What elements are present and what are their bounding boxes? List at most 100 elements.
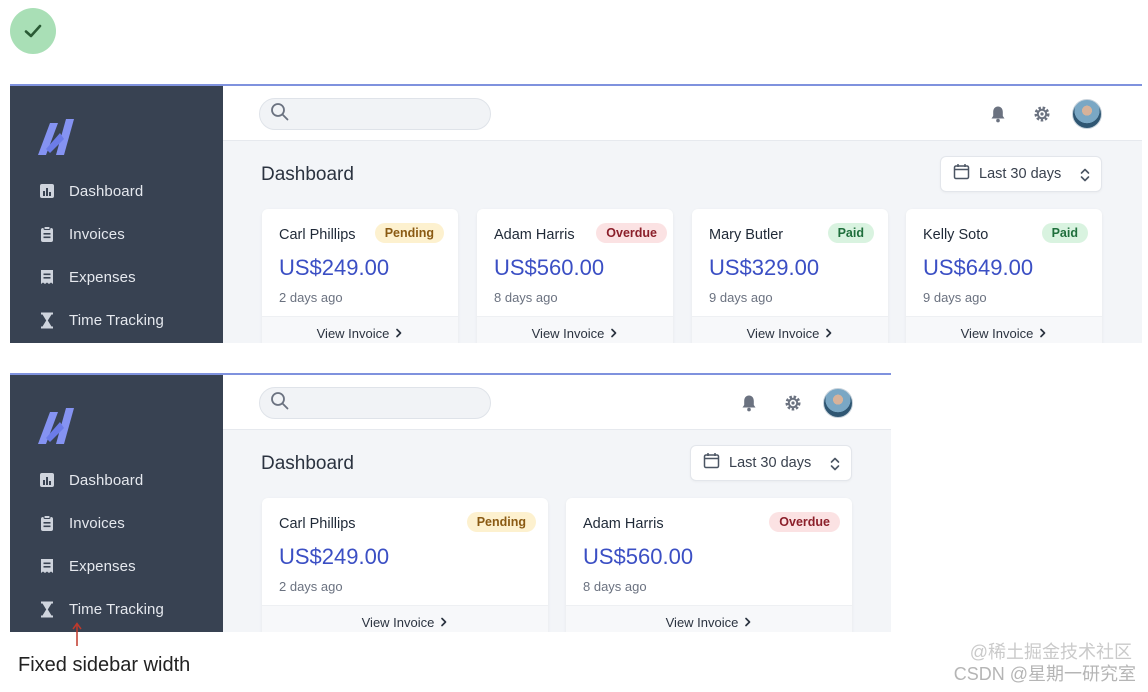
sidebar-item-label: Invoices xyxy=(69,514,125,532)
sidebar-item-expenses[interactable]: Expenses xyxy=(10,259,223,295)
status-badge: Paid xyxy=(827,223,874,243)
narrow-layout-frame: Dashboard Invoices Expenses Time Trackin… xyxy=(10,373,891,632)
status-badge: Pending xyxy=(374,223,444,243)
invoice-card: Adam Harris Overdue US$560.00 8 days ago… xyxy=(477,209,673,343)
invoice-card: Carl Phillips Pending US$249.00 2 days a… xyxy=(262,209,458,343)
status-badge: Paid xyxy=(1041,223,1088,243)
watermark: CSDN @星期一研究室 xyxy=(953,664,1136,684)
sidebar-item-invoices[interactable]: Invoices xyxy=(10,505,223,541)
search-icon xyxy=(270,391,290,416)
invoice-age: 8 days ago xyxy=(494,290,558,305)
top-bar xyxy=(223,375,891,430)
chevron-right-icon xyxy=(1039,328,1047,338)
view-invoice-label: View Invoice xyxy=(531,325,605,341)
success-check-icon xyxy=(10,8,56,54)
invoice-card: Kelly Soto Paid US$649.00 9 days ago Vie… xyxy=(906,209,1102,343)
page-title: Dashboard xyxy=(261,453,354,474)
customer-name: Kelly Soto xyxy=(923,227,989,243)
chevron-right-icon xyxy=(744,617,752,627)
sidebar: Dashboard Invoices Expenses Time Trackin… xyxy=(10,375,223,632)
view-invoice-button[interactable]: View Invoice xyxy=(692,316,888,343)
date-range-select[interactable]: Last 30 days xyxy=(690,445,852,481)
chevron-right-icon xyxy=(825,328,833,338)
chevron-up-down-icon xyxy=(829,455,841,478)
view-invoice-label: View Invoice xyxy=(665,614,739,630)
view-invoice-label: View Invoice xyxy=(361,614,435,630)
sidebar-item-label: Dashboard xyxy=(69,182,144,200)
date-range-label: Last 30 days xyxy=(729,455,812,471)
sidebar-item-invoices[interactable]: Invoices xyxy=(10,216,223,252)
sidebar-item-expenses[interactable]: Expenses xyxy=(10,548,223,584)
sidebar-item-dashboard[interactable]: Dashboard xyxy=(10,173,223,209)
sidebar-item-label: Dashboard xyxy=(69,471,144,489)
receipt-icon xyxy=(38,269,55,286)
calendar-icon xyxy=(703,452,720,474)
invoice-amount: US$560.00 xyxy=(583,544,694,569)
search-input[interactable] xyxy=(259,98,491,130)
bell-icon[interactable] xyxy=(984,100,1012,128)
chevron-right-icon xyxy=(395,328,403,338)
invoice-amount: US$649.00 xyxy=(923,255,1034,280)
sidebar-item-label: Time Tracking xyxy=(69,311,164,329)
sidebar-item-time-tracking[interactable]: Time Tracking xyxy=(10,302,223,338)
invoice-amount: US$249.00 xyxy=(279,255,390,280)
gear-icon[interactable] xyxy=(779,389,807,417)
status-badge: Pending xyxy=(466,512,536,532)
chart-icon xyxy=(38,472,55,489)
search-input[interactable] xyxy=(259,387,491,419)
avatar[interactable] xyxy=(823,388,853,418)
view-invoice-button[interactable]: View Invoice xyxy=(262,316,458,343)
sidebar-item-dashboard[interactable]: Dashboard xyxy=(10,462,223,498)
chevron-right-icon xyxy=(440,617,448,627)
bell-icon[interactable] xyxy=(735,389,763,417)
customer-name: Carl Phillips xyxy=(279,516,356,532)
chart-icon xyxy=(38,183,55,200)
customer-name: Mary Butler xyxy=(709,227,784,243)
invoice-amount: US$560.00 xyxy=(494,255,605,280)
status-badge: Overdue xyxy=(596,223,667,243)
sidebar-item-time-tracking[interactable]: Time Tracking xyxy=(10,591,223,627)
status-badge: Overdue xyxy=(769,512,840,532)
sidebar: Dashboard Invoices Expenses Time Trackin… xyxy=(10,86,223,343)
logo-icon xyxy=(36,408,76,449)
sidebar-item-label: Expenses xyxy=(69,268,136,286)
chevron-right-icon xyxy=(610,328,618,338)
invoice-age: 8 days ago xyxy=(583,579,647,594)
search-icon xyxy=(270,102,290,127)
customer-name: Carl Phillips xyxy=(279,227,356,243)
top-actions xyxy=(735,388,853,418)
logo-icon xyxy=(36,119,76,160)
invoice-age: 2 days ago xyxy=(279,579,343,594)
date-range-label: Last 30 days xyxy=(979,166,1062,182)
sidebar-item-label: Time Tracking xyxy=(69,600,164,618)
top-bar xyxy=(223,86,1142,141)
invoice-card: Carl Phillips Pending US$249.00 2 days a… xyxy=(262,498,548,632)
invoice-card: Adam Harris Overdue US$560.00 8 days ago… xyxy=(566,498,852,632)
invoice-icon xyxy=(38,225,55,243)
annotation-caption: Fixed sidebar width xyxy=(18,654,191,676)
sidebar-item-label: Invoices xyxy=(69,225,125,243)
hourglass-icon xyxy=(38,312,55,329)
sidebar-item-label: Expenses xyxy=(69,557,136,575)
page-title: Dashboard xyxy=(261,164,354,185)
avatar[interactable] xyxy=(1072,99,1102,129)
top-actions xyxy=(984,99,1102,129)
view-invoice-button[interactable]: View Invoice xyxy=(477,316,673,343)
invoice-amount: US$329.00 xyxy=(709,255,820,280)
gear-icon[interactable] xyxy=(1028,100,1056,128)
annotation-arrow-icon xyxy=(70,622,84,653)
view-invoice-label: View Invoice xyxy=(960,325,1034,341)
invoice-age: 2 days ago xyxy=(279,290,343,305)
view-invoice-label: View Invoice xyxy=(316,325,390,341)
view-invoice-button[interactable]: View Invoice xyxy=(262,605,548,632)
invoice-icon xyxy=(38,514,55,532)
receipt-icon xyxy=(38,558,55,575)
chevron-up-down-icon xyxy=(1079,166,1091,189)
invoice-age: 9 days ago xyxy=(923,290,987,305)
wide-layout-frame: Dashboard Invoices Expenses Time Trackin… xyxy=(10,84,1142,343)
date-range-select[interactable]: Last 30 days xyxy=(940,156,1102,192)
customer-name: Adam Harris xyxy=(494,227,575,243)
customer-name: Adam Harris xyxy=(583,516,664,532)
view-invoice-button[interactable]: View Invoice xyxy=(566,605,852,632)
view-invoice-button[interactable]: View Invoice xyxy=(906,316,1102,343)
